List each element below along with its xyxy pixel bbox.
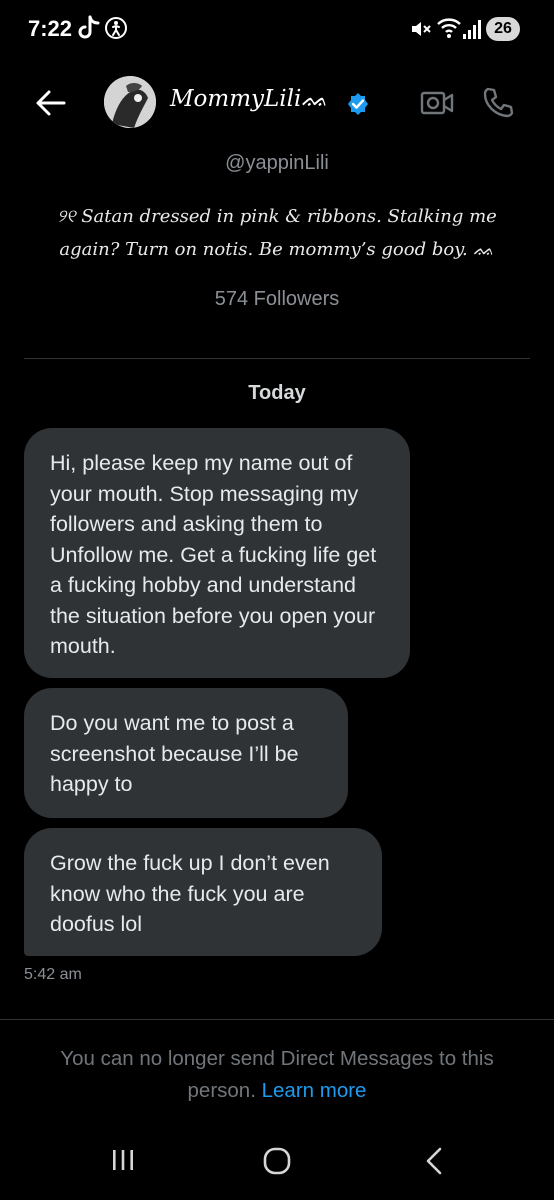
conversation-header: MommyLiliᨐ (0, 72, 554, 132)
video-call-button[interactable] (420, 88, 454, 123)
tiktok-icon (78, 15, 100, 46)
home-icon (263, 1147, 291, 1175)
learn-more-link[interactable]: Learn more (262, 1079, 367, 1102)
verified-badge-icon (346, 92, 370, 121)
dm-restricted-notice: You can no longer send Direct Messages t… (30, 1043, 524, 1107)
recent-apps-button[interactable] (110, 1148, 136, 1177)
divider (0, 1019, 554, 1020)
signal-icon (462, 18, 482, 45)
back-button[interactable] (34, 86, 68, 120)
bio-line: again? Turn on notis. Be mommy’s good bo… (59, 239, 495, 260)
contact-display-name: MommyLili (170, 86, 302, 112)
followers-count[interactable]: 574 Followers (0, 288, 554, 311)
contact-name[interactable]: MommyLiliᨐ (170, 86, 328, 112)
message-bubble[interactable]: Grow the fuck up I don’t even know who t… (24, 828, 382, 956)
status-bar: 7:22 26 (0, 0, 554, 60)
contact-handle[interactable]: @yappinLili (0, 152, 554, 175)
home-button[interactable] (262, 1146, 292, 1181)
back-arrow-icon (36, 90, 66, 116)
chevron-left-icon (426, 1147, 442, 1175)
divider (24, 358, 530, 359)
mute-icon (410, 18, 432, 45)
accessibility-icon (104, 15, 128, 46)
system-navigation-bar (0, 1130, 554, 1190)
system-back-button[interactable] (424, 1146, 444, 1181)
message-bubble[interactable]: Hi, please keep my name out of your mout… (24, 428, 410, 678)
contact-bio: ୨୧ Satan dressed in pink & ribbons. Stal… (40, 200, 514, 266)
day-label: Today (248, 382, 306, 404)
bio-line: ୨୧ Satan dressed in pink & ribbons. Stal… (57, 206, 497, 227)
video-call-icon (420, 91, 454, 115)
status-time: 7:22 (28, 16, 73, 41)
recent-apps-icon (113, 1150, 133, 1170)
wifi-icon (436, 16, 462, 45)
battery-indicator: 26 (486, 17, 520, 41)
avatar[interactable] (104, 76, 156, 128)
voice-call-button[interactable] (482, 86, 514, 123)
name-bow-decoration: ᨐ (301, 86, 329, 112)
message-timestamp: 5:42 am (24, 966, 82, 983)
message-bubble[interactable]: Do you want me to post a screenshot beca… (24, 688, 348, 818)
phone-call-icon (483, 87, 514, 118)
